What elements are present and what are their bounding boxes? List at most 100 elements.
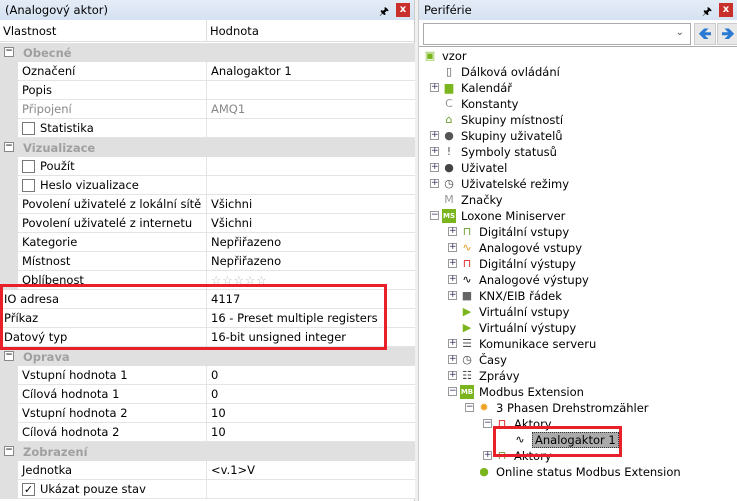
checkbox[interactable] xyxy=(22,122,35,135)
property-row[interactable]: Datový typ 16-bit unsigned integer xyxy=(0,328,415,347)
pin-icon[interactable]: 🖈 xyxy=(702,3,712,22)
tree-item[interactable]: ⊓ Digitální vstupy xyxy=(460,224,569,240)
back-button[interactable]: 🡸 xyxy=(694,23,716,45)
expand-icon[interactable]: + xyxy=(430,83,439,92)
tree-item[interactable]: ▶ Virtuální výstupy xyxy=(460,320,576,336)
column-header-value[interactable]: Hodnota xyxy=(207,20,262,41)
tree-item[interactable]: ◷ Uživatelské režimy xyxy=(442,176,569,192)
property-value[interactable]: <v.1>V xyxy=(207,461,415,480)
property-row[interactable]: ✓ Ukázat pouze stav xyxy=(0,480,415,499)
chevron-down-icon[interactable]: ⌄ xyxy=(676,27,684,38)
tree-item[interactable]: ∿ Analogové výstupy xyxy=(460,272,588,288)
property-value[interactable]: 0 xyxy=(207,366,415,385)
expand-icon[interactable]: + xyxy=(430,131,439,140)
expand-icon[interactable]: + xyxy=(448,275,457,284)
category-row[interactable]: − Obecné xyxy=(0,43,415,62)
tree-item[interactable]: M Značky xyxy=(442,192,502,208)
expand-icon[interactable]: + xyxy=(483,451,492,460)
collapse-icon[interactable]: − xyxy=(465,403,474,412)
property-row[interactable]: Vstupní hodnota 10 xyxy=(0,366,415,385)
expand-icon[interactable]: + xyxy=(448,259,457,268)
property-row[interactable]: Cílová hodnota 2 10 xyxy=(0,423,415,442)
tree-item[interactable]: ● Skupiny uživatelů xyxy=(442,128,562,144)
collapse-icon[interactable]: − xyxy=(4,47,14,57)
property-row[interactable]: Heslo vizualizace xyxy=(0,176,415,195)
property-row[interactable]: Jednotka <v.1>V xyxy=(0,461,415,480)
close-icon[interactable]: x xyxy=(719,3,733,17)
property-row[interactable]: Statistika xyxy=(0,119,415,138)
property-row[interactable]: Povolení uživatelé z internetu Všichni xyxy=(0,214,415,233)
property-value[interactable]: 16 - Preset multiple registers xyxy=(207,309,415,328)
tree-item[interactable]: ⌂ Skupiny místností xyxy=(442,112,564,128)
pin-icon[interactable]: 🖈 xyxy=(379,3,389,22)
expand-icon[interactable]: + xyxy=(430,147,439,156)
property-row[interactable]: Použít xyxy=(0,157,415,176)
property-value[interactable] xyxy=(207,480,415,499)
tree-item[interactable]: ⊓ Aktory xyxy=(495,448,552,464)
tree-item[interactable]: ■ KNX/EIB řádek xyxy=(460,288,562,304)
tree-item[interactable]: C Konstanty xyxy=(442,96,518,112)
tree-item[interactable]: ∿ Analogové vstupy xyxy=(460,240,582,256)
tree-item[interactable]: ! Symboly statusů xyxy=(442,144,557,160)
property-row[interactable]: Připojení AMQ1 xyxy=(0,100,415,119)
category-row[interactable]: − Zobrazení xyxy=(0,442,415,461)
property-value[interactable]: Nepřiřazeno xyxy=(207,252,415,271)
expand-icon[interactable]: + xyxy=(448,227,457,236)
collapse-icon[interactable]: − xyxy=(4,142,14,152)
checkbox[interactable]: ✓ xyxy=(22,483,35,496)
property-row[interactable]: Popis xyxy=(0,81,415,100)
tree-item[interactable]: ● Uživatel xyxy=(442,160,507,176)
tree-item[interactable]: ▶ Virtuální vstupy xyxy=(460,304,570,320)
property-value[interactable]: 4117 xyxy=(207,290,415,309)
expand-icon[interactable]: + xyxy=(448,243,457,252)
property-value[interactable]: Všichni xyxy=(207,214,415,233)
property-value[interactable] xyxy=(207,176,415,195)
close-icon[interactable]: x xyxy=(396,3,410,17)
expand-icon[interactable]: + xyxy=(430,163,439,172)
property-row[interactable]: Místnost Nepřiřazeno xyxy=(0,252,415,271)
tree-item[interactable]: ▯ Dálková ovládání xyxy=(442,64,560,80)
expand-icon[interactable]: + xyxy=(448,355,457,364)
property-value[interactable]: 16-bit unsigned integer xyxy=(207,328,415,347)
collapse-icon[interactable]: − xyxy=(4,446,14,456)
property-row[interactable]: IO adresa 4117 xyxy=(0,290,415,309)
property-value[interactable]: 0 xyxy=(207,385,415,404)
search-combo[interactable]: ⌄ xyxy=(423,23,691,45)
tree-item[interactable]: ∿ Analogaktor 1 xyxy=(513,432,619,448)
property-row[interactable]: Vstupní hodnota 2 10 xyxy=(0,404,415,423)
property-value[interactable]: 10 xyxy=(207,423,415,442)
tree-item[interactable]: ◷ Časy xyxy=(460,352,507,368)
property-value[interactable]: Analogaktor 1 xyxy=(207,62,415,81)
tree-item[interactable]: ▆ Kalendář xyxy=(442,80,512,96)
property-row[interactable]: Oblíbenost ☆☆☆☆☆ xyxy=(0,271,415,290)
property-value[interactable] xyxy=(207,81,415,100)
tree-item[interactable]: MB Modbus Extension xyxy=(460,384,584,400)
property-row[interactable]: Kategorie Nepřiřazeno xyxy=(0,233,415,252)
tree-item[interactable]: ⊓ Aktory xyxy=(495,416,552,432)
column-header-property[interactable]: Vlastnost xyxy=(0,20,207,41)
category-row[interactable]: − Oprava xyxy=(0,347,415,366)
property-row[interactable]: Označení Analogaktor 1 xyxy=(0,62,415,81)
property-row[interactable]: Povolení uživatelé z lokální sítě Všichni xyxy=(0,195,415,214)
property-value[interactable]: Nepřiřazeno xyxy=(207,233,415,252)
tree-item[interactable]: ☷ Zprávy xyxy=(460,368,520,384)
collapse-icon[interactable]: − xyxy=(483,419,492,428)
expand-icon[interactable]: + xyxy=(430,179,439,188)
collapse-icon[interactable]: − xyxy=(448,387,457,396)
collapse-icon[interactable]: − xyxy=(4,351,14,361)
property-value[interactable]: AMQ1 xyxy=(207,100,415,119)
forward-button[interactable]: 🡺 xyxy=(717,23,737,45)
property-value[interactable]: Všichni xyxy=(207,195,415,214)
tree-item[interactable]: ✹ 3 Phasen Drehstromzähler xyxy=(477,400,648,416)
tree-item[interactable]: ● Online status Modbus Extension xyxy=(477,464,681,480)
collapse-icon[interactable]: − xyxy=(430,211,439,220)
tree-item[interactable]: ☰ Komunikace serveru xyxy=(460,336,596,352)
property-value[interactable] xyxy=(207,119,415,138)
checkbox[interactable] xyxy=(22,179,35,192)
expand-icon[interactable]: + xyxy=(448,291,457,300)
property-value[interactable]: ☆☆☆☆☆ xyxy=(207,271,415,290)
expand-icon[interactable]: + xyxy=(448,339,457,348)
property-value[interactable]: 10 xyxy=(207,404,415,423)
property-row[interactable]: Příkaz 16 - Preset multiple registers xyxy=(0,309,415,328)
checkbox[interactable] xyxy=(22,160,35,173)
